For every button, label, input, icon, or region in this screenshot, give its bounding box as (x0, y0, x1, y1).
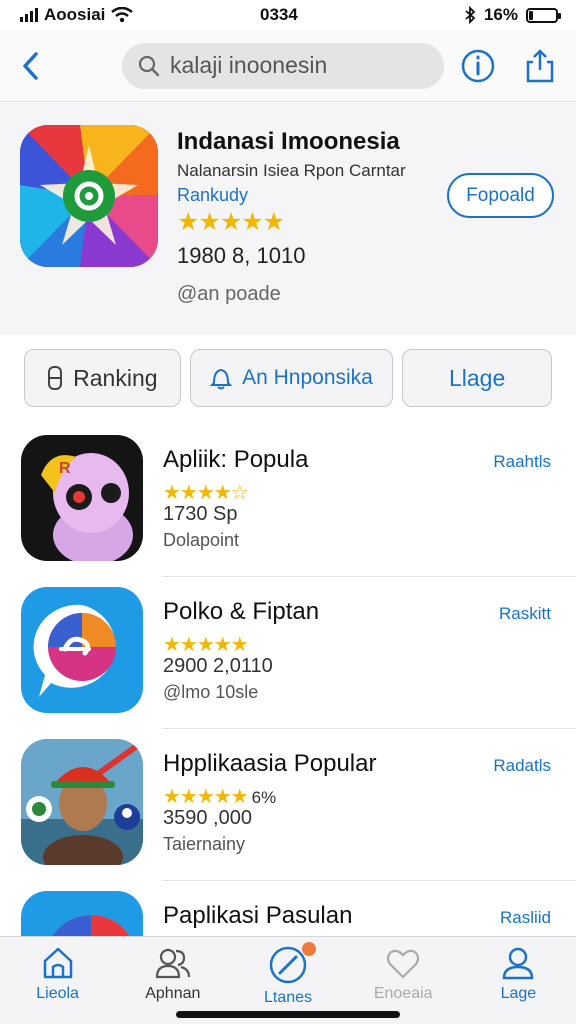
app-note: @lmo 10sle (163, 682, 259, 702)
app-action-link[interactable]: Rasliid (500, 908, 551, 928)
chip-ranking[interactable]: Ranking (24, 349, 181, 407)
person-icon (503, 947, 534, 980)
chip-notifications[interactable]: An Hnponsika (189, 349, 394, 407)
tab-profile[interactable]: Lage (461, 937, 576, 1024)
search-text: kalaji inoonesin (170, 52, 328, 78)
clock: 0334 (260, 5, 298, 24)
app-rating-stars: ★★★★★ (163, 634, 249, 656)
app-rating-stars: ★★★★☆ (163, 482, 249, 504)
bluetooth-icon (465, 6, 476, 24)
list-item[interactable]: Hpplikaasia Popular ★★★★★ 6% 3590 ,000 Ta… (0, 728, 576, 880)
people-icon (155, 948, 190, 979)
game-character-icon[interactable] (21, 739, 143, 865)
battery-icon (526, 7, 561, 23)
chip-ranking-label: Ranking (73, 364, 158, 391)
app-title: Apliik: Popula (163, 446, 309, 473)
chip-notifications-label: An Hnponsika (242, 366, 373, 389)
app-title: Polko & Fiptan (163, 598, 320, 625)
home-icon (43, 947, 72, 979)
list-item[interactable]: Polko & Fiptan ★★★★★ 2900 2,0110 @lmo 10… (0, 576, 576, 728)
back-button[interactable] (16, 46, 44, 86)
chip-llage[interactable]: Llage (402, 349, 552, 407)
search-field[interactable]: kalaji inoonesin (122, 42, 444, 89)
filter-chips: Ranking An Hnponsika Llage (24, 349, 552, 407)
info-icon (461, 49, 495, 82)
app-rating-count: 3590 ,000 (163, 807, 252, 829)
featured-app-title: Indanasi Imoonesia (177, 128, 400, 155)
wifi-icon (111, 7, 134, 23)
navigation-bar: kalaji inoonesin (0, 30, 576, 102)
featured-app-note: @an poade (177, 283, 281, 305)
heart-icon (387, 949, 420, 979)
battery-percent: 16% (483, 5, 518, 24)
app-stars-glyphs: ★★★★★ (163, 786, 249, 808)
tab-explore-label: Ltanes (263, 989, 313, 1006)
app-list: R Apliik: Popula ★★★★☆ 1730 Sp Dolapoint… (0, 424, 576, 1024)
tab-home[interactable]: Lieola (0, 937, 115, 1024)
app-rating-count: 2900 2,0110 (163, 655, 273, 677)
bell-icon (210, 368, 233, 390)
app-note: Taiernainy (163, 834, 246, 854)
status-left: Aoosiai (20, 5, 134, 25)
app-action-link[interactable]: Radatls (493, 756, 551, 776)
tab-bar: Lieola Aphnan Ltanes Enoeaia Lage (0, 936, 576, 1024)
tab-profile-label: Lage (500, 985, 537, 1002)
cartoon-creature-icon[interactable]: R (21, 435, 143, 561)
tab-people-label: Aphnan (145, 985, 201, 1002)
app-action-link[interactable]: Raahtls (493, 452, 551, 472)
app-title: Hpplikaasia Popular (163, 750, 377, 777)
bookmark-icon (48, 366, 63, 390)
signal-icon (20, 8, 38, 22)
app-rating-stars: ★★★★★ 6% (163, 784, 276, 809)
app-rating-count: 1730 Sp (163, 503, 238, 525)
share-button[interactable] (520, 46, 560, 86)
featured-app-card[interactable]: Indanasi Imoonesia Nalanarsin Isiea Rpon… (0, 103, 576, 335)
tab-favorites-label: Enoeaia (373, 985, 433, 1002)
app-stars-extra: 6% (251, 788, 277, 807)
tab-home-label: Lieola (36, 985, 79, 1002)
featured-app-category[interactable]: Rankudy (177, 185, 248, 206)
app-action-link[interactable]: Raskitt (499, 604, 551, 624)
app-title: Paplikasi Pasulan (163, 902, 353, 929)
status-bar: Aoosiai 0334 16% (0, 0, 576, 30)
featured-app-subtitle: Nalanarsin Isiea Rpon Carntar (177, 161, 406, 180)
app-note: Dolapoint (163, 530, 240, 550)
featured-app-icon[interactable] (20, 125, 158, 267)
list-item[interactable]: R Apliik: Popula ★★★★☆ 1730 Sp Dolapoint… (0, 424, 576, 576)
carrier-label: Aoosiai (44, 5, 106, 24)
featured-rating-stars: ★★★★★ (177, 208, 285, 236)
search-icon (138, 55, 160, 76)
chat-bubble-icon[interactable] (21, 587, 143, 713)
chip-llage-label: Llage (448, 364, 506, 391)
featured-rating-count: 1980 8, 1010 (177, 243, 306, 268)
share-icon (526, 48, 554, 82)
status-right: 16% (464, 5, 561, 25)
info-button[interactable] (458, 46, 498, 86)
featured-get-button[interactable]: Fopoald (447, 173, 554, 218)
notification-badge (302, 942, 317, 956)
svg-text:R: R (59, 460, 71, 477)
chevron-left-icon (23, 51, 38, 80)
home-indicator (176, 1011, 400, 1018)
